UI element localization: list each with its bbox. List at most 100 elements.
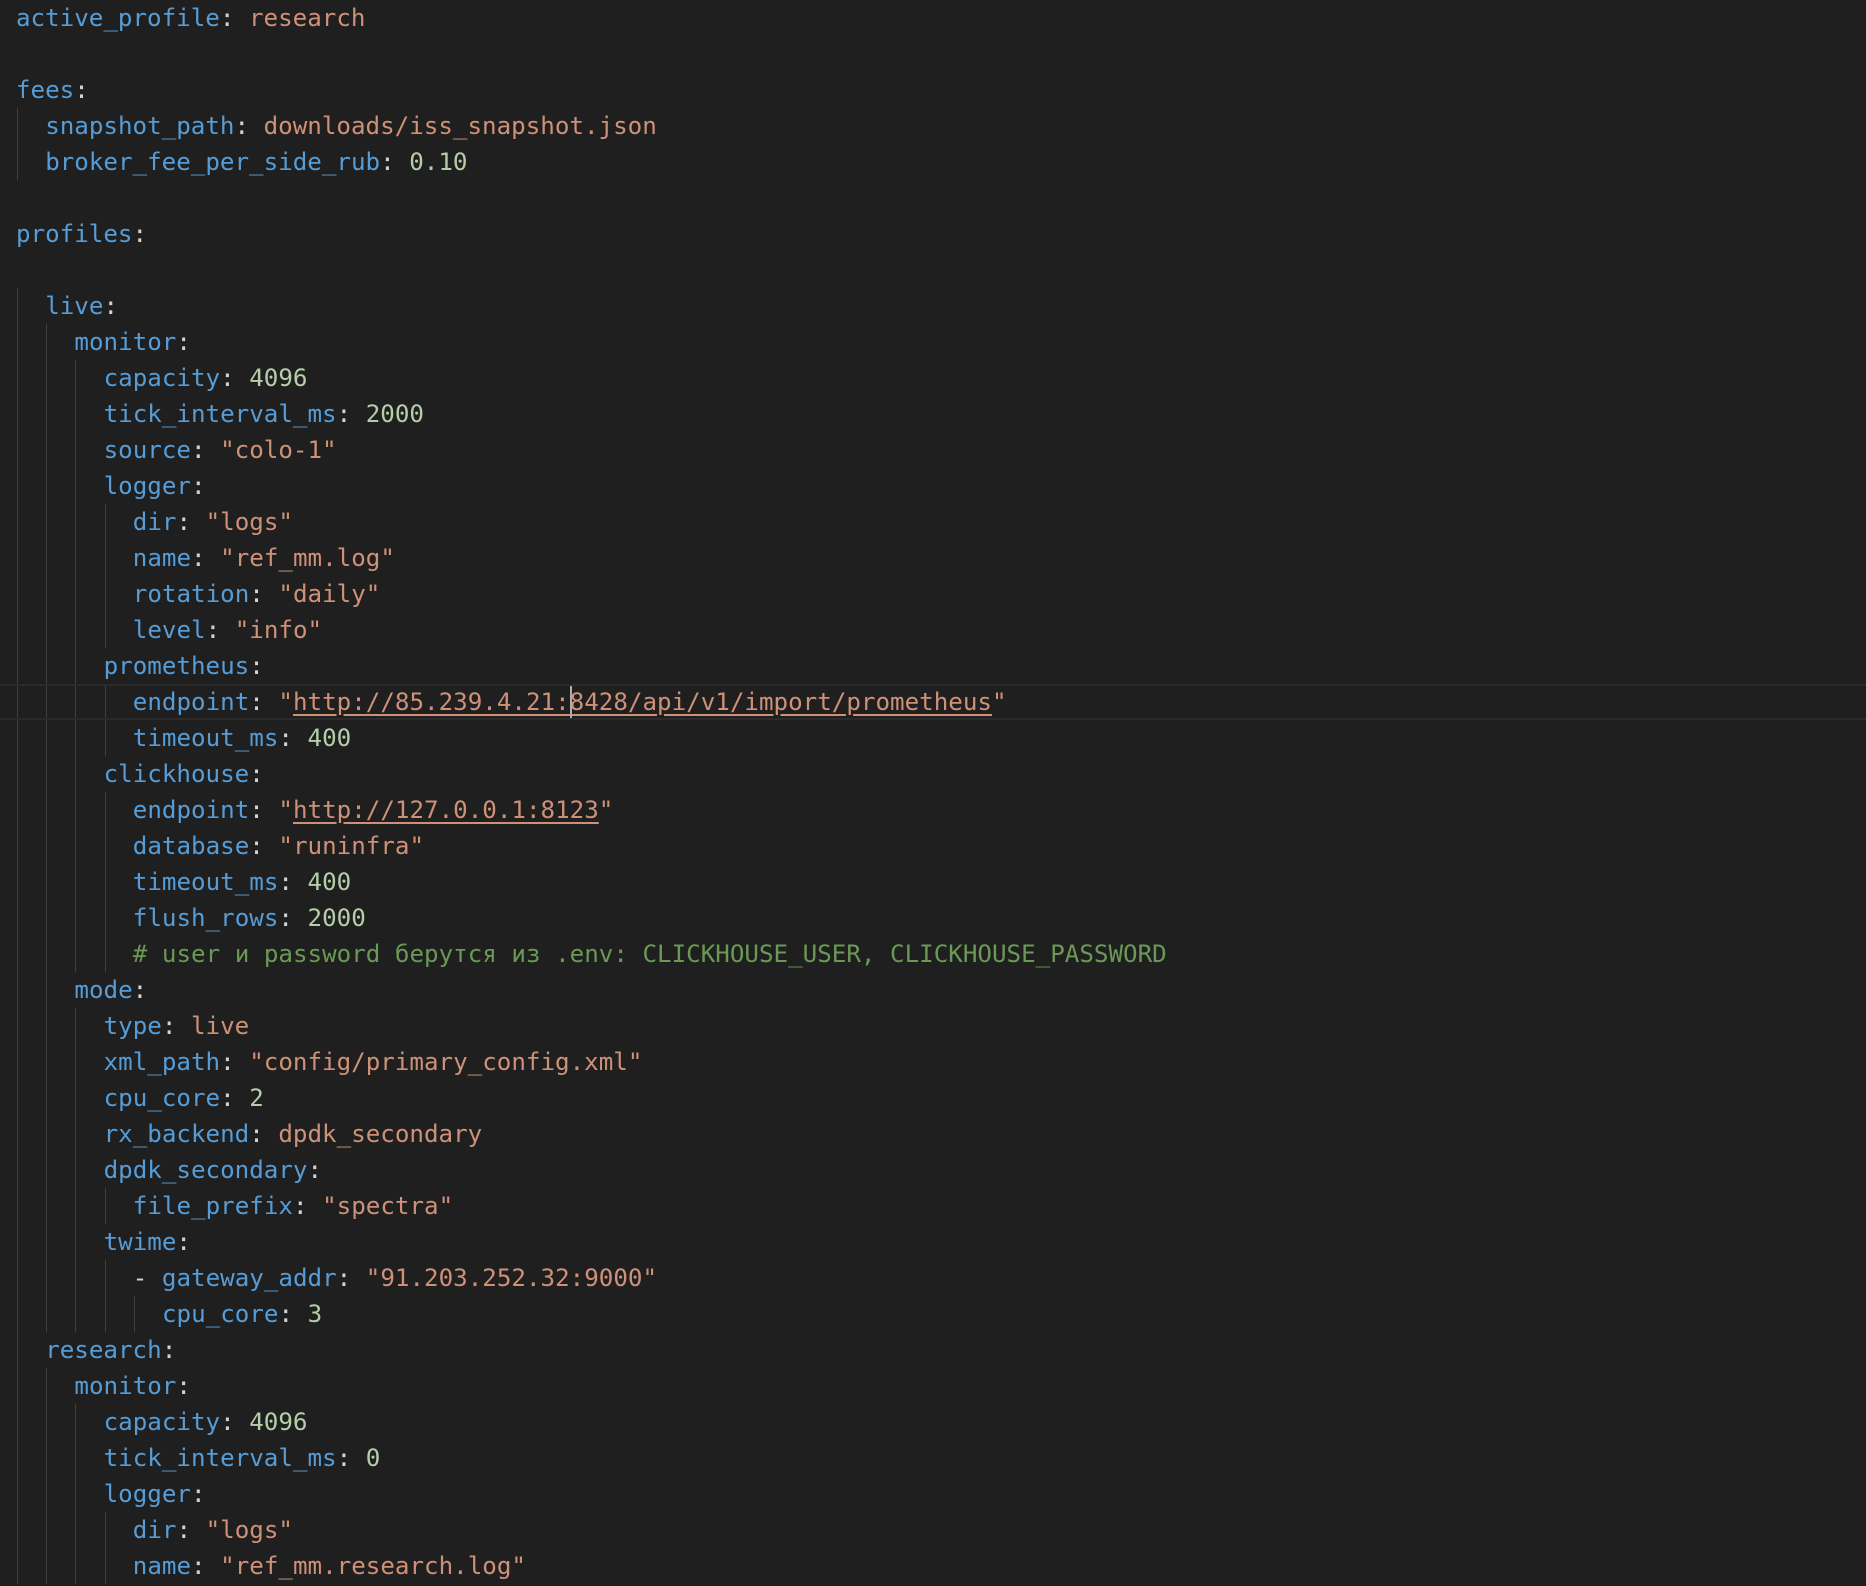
yaml-string: downloads/iss_snapshot.json [263,112,657,140]
code-line[interactable] [0,180,1866,216]
yaml-key: cpu_core [103,1084,221,1112]
yaml-punctuation: : [176,508,206,536]
url-link[interactable]: http://85.239.4.21:8428/api/v1/import/pr… [293,688,992,716]
yaml-punctuation: : [292,1192,323,1220]
code-line[interactable]: logger: [0,1476,1866,1512]
code-line[interactable]: - gateway_addr: "91.203.252.32:9000" [0,1260,1866,1296]
yaml-key: profiles [16,220,133,248]
code-line[interactable]: timeout_ms: 400 [0,720,1866,756]
yaml-string: "info" [234,616,323,644]
yaml-punctuation: : [278,1300,308,1328]
yaml-punctuation: : [176,1228,191,1256]
yaml-string: "spectra" [322,1192,454,1220]
code-line[interactable]: research: [0,1332,1866,1368]
yaml-number: 0.10 [409,148,468,176]
code-line[interactable]: capacity: 4096 [0,1404,1866,1440]
code-line[interactable]: cpu_core: 2 [0,1080,1866,1116]
code-line[interactable]: database: "runinfra" [0,828,1866,864]
yaml-key: logger [103,472,191,500]
yaml-key: name [132,544,192,572]
yaml-key: dir [132,1516,177,1544]
code-line[interactable]: name: "ref_mm.research.log" [0,1548,1866,1584]
yaml-number: 400 [307,868,352,896]
yaml-punctuation: : [132,220,148,248]
code-line-current[interactable]: endpoint: "http://85.239.4.21:8428/api/v… [0,684,1866,720]
code-line[interactable]: name: "ref_mm.log" [0,540,1866,576]
yaml-key: monitor [74,328,177,356]
code-line[interactable]: broker_fee_per_side_rub: 0.10 [0,144,1866,180]
code-line[interactable]: dir: "logs" [0,504,1866,540]
code-line[interactable]: mode: [0,972,1866,1008]
yaml-key: xml_path [103,1048,221,1076]
yaml-key: tick_interval_ms [103,400,337,428]
yaml-number: 4096 [249,364,308,392]
code-line[interactable]: rx_backend: dpdk_secondary [0,1116,1866,1152]
yaml-punctuation: : [336,1264,366,1292]
yaml-string: "runinfra" [278,832,425,860]
yaml-key: endpoint [132,688,250,716]
yaml-punctuation: : [220,364,250,392]
code-line[interactable]: prometheus: [0,648,1866,684]
yaml-key: timeout_ms [132,868,279,896]
code-line[interactable]: tick_interval_ms: 2000 [0,396,1866,432]
code-line[interactable]: live: [0,288,1866,324]
code-line[interactable]: profiles: [0,216,1866,252]
yaml-punctuation: : [234,112,264,140]
yaml-key: dpdk_secondary [103,1156,308,1184]
yaml-punctuation: - [132,1264,162,1292]
yaml-string: "daily" [278,580,381,608]
yaml-key: logger [103,1480,191,1508]
yaml-punctuation: : [161,1012,191,1040]
yaml-number: 2000 [307,904,366,932]
code-line[interactable]: tick_interval_ms: 0 [0,1440,1866,1476]
url-link[interactable]: http://127.0.0.1:8123 [293,796,599,824]
yaml-string: "config/primary_config.xml" [249,1048,643,1076]
yaml-punctuation: : [336,400,366,428]
code-line[interactable]: active_profile: research [0,0,1866,36]
code-line[interactable]: level: "info" [0,612,1866,648]
code-line[interactable]: dir: "logs" [0,1512,1866,1548]
yaml-key: research [45,1336,162,1364]
code-line[interactable]: source: "colo-1" [0,432,1866,468]
yaml-key: mode [74,976,133,1004]
code-line[interactable]: cpu_core: 3 [0,1296,1866,1332]
yaml-key: fees [16,76,75,104]
code-line[interactable]: type: live [0,1008,1866,1044]
yaml-string: " [598,796,614,824]
code-line[interactable]: monitor: [0,1368,1866,1404]
code-line[interactable]: twime: [0,1224,1866,1260]
code-line[interactable] [0,36,1866,72]
code-line[interactable]: logger: [0,468,1866,504]
yaml-string: "91.203.252.32:9000" [365,1264,658,1292]
code-line[interactable]: timeout_ms: 400 [0,864,1866,900]
code-line[interactable]: rotation: "daily" [0,576,1866,612]
yaml-punctuation: : [249,688,279,716]
yaml-punctuation: : [190,1480,206,1508]
yaml-punctuation: : [278,868,308,896]
yaml-key: type [103,1012,162,1040]
code-line[interactable]: xml_path: "config/primary_config.xml" [0,1044,1866,1080]
code-line[interactable]: dpdk_secondary: [0,1152,1866,1188]
code-line[interactable]: monitor: [0,324,1866,360]
yaml-punctuation: : [249,580,279,608]
yaml-string: " [278,796,293,824]
yaml-string: live [190,1012,250,1040]
yaml-key: tick_interval_ms [103,1444,337,1472]
yaml-key: flush_rows [132,904,279,932]
code-line[interactable]: # user и password берутся из .env: CLICK… [0,936,1866,972]
yaml-punctuation: : [249,1120,279,1148]
yaml-punctuation: : [191,544,221,572]
code-line[interactable]: endpoint: "http://127.0.0.1:8123" [0,792,1866,828]
yaml-key: cpu_core [162,1300,279,1328]
yaml-string: "ref_mm.research.log" [220,1552,526,1580]
code-line[interactable]: snapshot_path: downloads/iss_snapshot.js… [0,108,1866,144]
yaml-punctuation: : [191,1552,221,1580]
code-line[interactable]: clickhouse: [0,756,1866,792]
code-line[interactable]: flush_rows: 2000 [0,900,1866,936]
code-line[interactable]: fees: [0,72,1866,108]
code-line[interactable]: capacity: 4096 [0,360,1866,396]
code-line[interactable] [0,252,1866,288]
code-editor[interactable]: active_profile: research fees: snapshot_pa… [0,0,1866,1586]
code-line[interactable]: file_prefix: "spectra" [0,1188,1866,1224]
yaml-number: 0 [365,1444,381,1472]
